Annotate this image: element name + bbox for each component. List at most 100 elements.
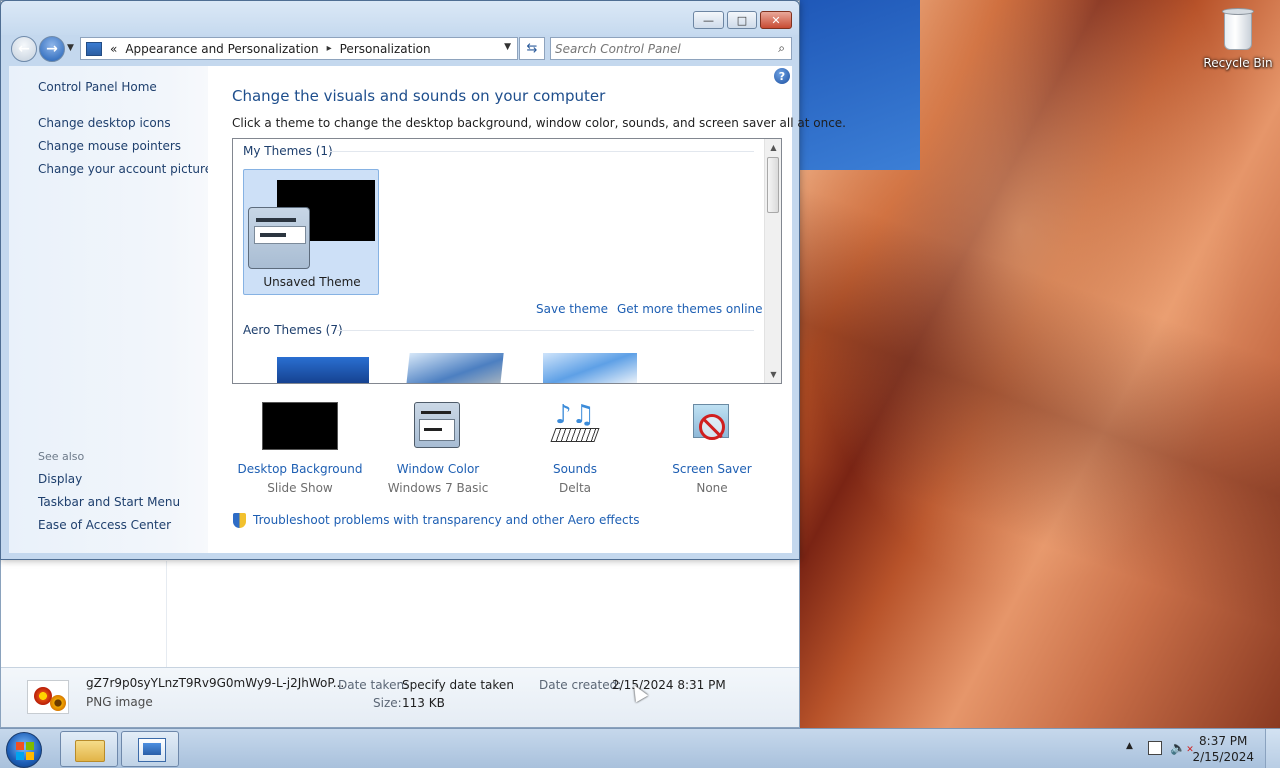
desktop-background-option[interactable]: Desktop Background Slide Show: [235, 402, 365, 495]
search-box[interactable]: ⌕: [550, 37, 792, 60]
option-value: Delta: [558, 481, 591, 495]
scroll-down-icon[interactable]: ▼: [765, 366, 781, 383]
close-icon: ✕: [771, 13, 781, 27]
option-title[interactable]: Screen Saver: [647, 462, 777, 476]
option-title[interactable]: Window Color: [373, 462, 503, 476]
taskbar: ▲ 🔈✕ 8:37 PM 2/15/2024: [0, 728, 1280, 768]
control-panel-body: Control Panel Home Change desktop icons …: [9, 66, 846, 553]
date-taken-label: Date taken:: [338, 678, 409, 692]
scroll-thumb[interactable]: [767, 157, 779, 213]
date-taken-value[interactable]: Specify date taken: [402, 678, 514, 692]
page-description: Click a theme to change the desktop back…: [232, 116, 846, 130]
option-value: None: [696, 481, 728, 495]
window-color-icon: [414, 402, 462, 456]
show-desktop-button[interactable]: [1265, 729, 1280, 768]
recent-pages-dropdown[interactable]: ▼: [67, 43, 74, 53]
personalization-main: ? Change the visuals and sounds on your …: [208, 66, 846, 553]
sounds-icon: ♪♫: [550, 402, 600, 456]
breadcrumb-personalization[interactable]: Personalization: [340, 42, 431, 56]
group-divider: [329, 151, 754, 152]
search-icon[interactable]: ⌕: [778, 41, 785, 56]
breadcrumb-appearance[interactable]: Appearance and Personalization: [125, 42, 318, 56]
aero-theme-thumbnail[interactable]: [543, 353, 637, 383]
control-panel-icon: [86, 41, 102, 56]
get-more-themes-link[interactable]: Get more themes online: [617, 302, 763, 316]
maximize-icon: □: [736, 13, 748, 27]
close-button[interactable]: ✕: [760, 11, 792, 29]
desktop-background-icon: [262, 402, 338, 456]
themes-scrollbar[interactable]: ▲ ▼: [764, 139, 781, 383]
pane-divider: [166, 561, 167, 667]
start-button[interactable]: [6, 732, 42, 768]
volume-muted-icon[interactable]: 🔈✕: [1170, 741, 1194, 756]
page-title: Change the visuals and sounds on your co…: [232, 87, 606, 105]
option-title[interactable]: Desktop Background: [235, 462, 365, 476]
size-value: 113 KB: [402, 696, 445, 710]
refresh-icon: ⇆: [526, 41, 538, 56]
taskbar-control-panel-button[interactable]: [121, 731, 179, 767]
recycle-bin-icon: [1220, 6, 1256, 52]
folder-icon: [75, 740, 105, 762]
minimize-icon: —: [703, 13, 714, 27]
refresh-button[interactable]: ⇆: [519, 37, 545, 60]
size-label: Size:: [373, 696, 402, 710]
aero-themes-header: Aero Themes (7): [243, 323, 343, 337]
change-mouse-pointers-link[interactable]: Change mouse pointers: [38, 139, 181, 153]
shield-icon: [233, 513, 246, 528]
left-navigation: Control Panel Home Change desktop icons …: [9, 66, 212, 553]
change-desktop-icons-link[interactable]: Change desktop icons: [38, 116, 171, 130]
wallpaper-rock-shade: [800, 0, 1280, 728]
clock-date: 2/15/2024: [1192, 750, 1254, 764]
file-thumbnail[interactable]: [27, 680, 69, 714]
breadcrumb-overflow[interactable]: «: [110, 42, 117, 56]
change-account-picture-link[interactable]: Change your account picture: [38, 162, 212, 176]
option-title[interactable]: Sounds: [510, 462, 640, 476]
taskbar-explorer-button[interactable]: [60, 731, 118, 767]
file-list-pane[interactable]: [1, 561, 799, 667]
control-panel-window: — □ ✕ ← → ▼ « Appearance and Personaliza…: [0, 0, 846, 560]
minimize-button[interactable]: —: [693, 11, 724, 29]
themes-list[interactable]: My Themes (1) Unsaved Theme Save theme G…: [232, 138, 782, 384]
show-hidden-icons-icon[interactable]: ▲: [1126, 741, 1133, 751]
theme-name: Unsaved Theme: [263, 275, 361, 289]
window-color-option[interactable]: Window Color Windows 7 Basic: [373, 402, 503, 495]
search-input[interactable]: [555, 40, 765, 57]
control-panel-home-link[interactable]: Control Panel Home: [38, 80, 157, 94]
maximize-button[interactable]: □: [727, 11, 757, 29]
recycle-bin-label: Recycle Bin: [1203, 56, 1273, 70]
aero-theme-thumbnail[interactable]: [406, 353, 504, 383]
group-divider: [337, 330, 754, 331]
date-created-label: Date created:: [539, 678, 622, 692]
theme-tile-unsaved[interactable]: Unsaved Theme: [243, 169, 379, 295]
option-value: Windows 7 Basic: [387, 481, 489, 495]
sounds-option[interactable]: ♪♫ Sounds Delta: [510, 402, 640, 495]
taskbar-start-menu-link[interactable]: Taskbar and Start Menu: [38, 495, 180, 509]
address-dropdown-icon[interactable]: ▼: [504, 42, 511, 52]
file-type: PNG image: [86, 695, 153, 709]
address-bar[interactable]: « Appearance and Personalization ▸ Perso…: [80, 37, 518, 60]
clock-time: 8:37 PM: [1199, 734, 1248, 748]
troubleshoot-aero-link[interactable]: Troubleshoot problems with transparency …: [253, 513, 640, 527]
file-name: gZ7r9p0syYLnzT9Rv9G0mWy9-L-j2JhWoP...: [86, 676, 345, 690]
navigation-bar: ← → ▼ « Appearance and Personalization ▸…: [1, 35, 799, 62]
windows-logo-icon: [16, 742, 34, 760]
title-bar[interactable]: — □ ✕: [1, 1, 799, 35]
option-value: Slide Show: [267, 481, 333, 495]
control-panel-icon: [138, 738, 166, 762]
recycle-bin[interactable]: Recycle Bin: [1200, 6, 1276, 70]
network-icon[interactable]: [1148, 741, 1162, 755]
screen-saver-icon: [691, 402, 733, 456]
screen-saver-option[interactable]: Screen Saver None: [647, 402, 777, 495]
back-button[interactable]: ←: [11, 36, 37, 62]
help-icon[interactable]: ?: [774, 68, 790, 84]
forward-button[interactable]: →: [39, 36, 65, 62]
display-link[interactable]: Display: [38, 472, 82, 486]
scroll-up-icon[interactable]: ▲: [765, 139, 781, 156]
clock[interactable]: 8:37 PM 2/15/2024: [1192, 733, 1254, 765]
ease-of-access-link[interactable]: Ease of Access Center: [38, 518, 171, 532]
aero-theme-thumbnail[interactable]: [277, 357, 369, 383]
breadcrumb-separator[interactable]: ▸: [327, 43, 332, 54]
save-theme-link[interactable]: Save theme: [536, 302, 608, 316]
my-themes-header: My Themes (1): [243, 144, 333, 158]
see-also-label: See also: [38, 450, 85, 463]
